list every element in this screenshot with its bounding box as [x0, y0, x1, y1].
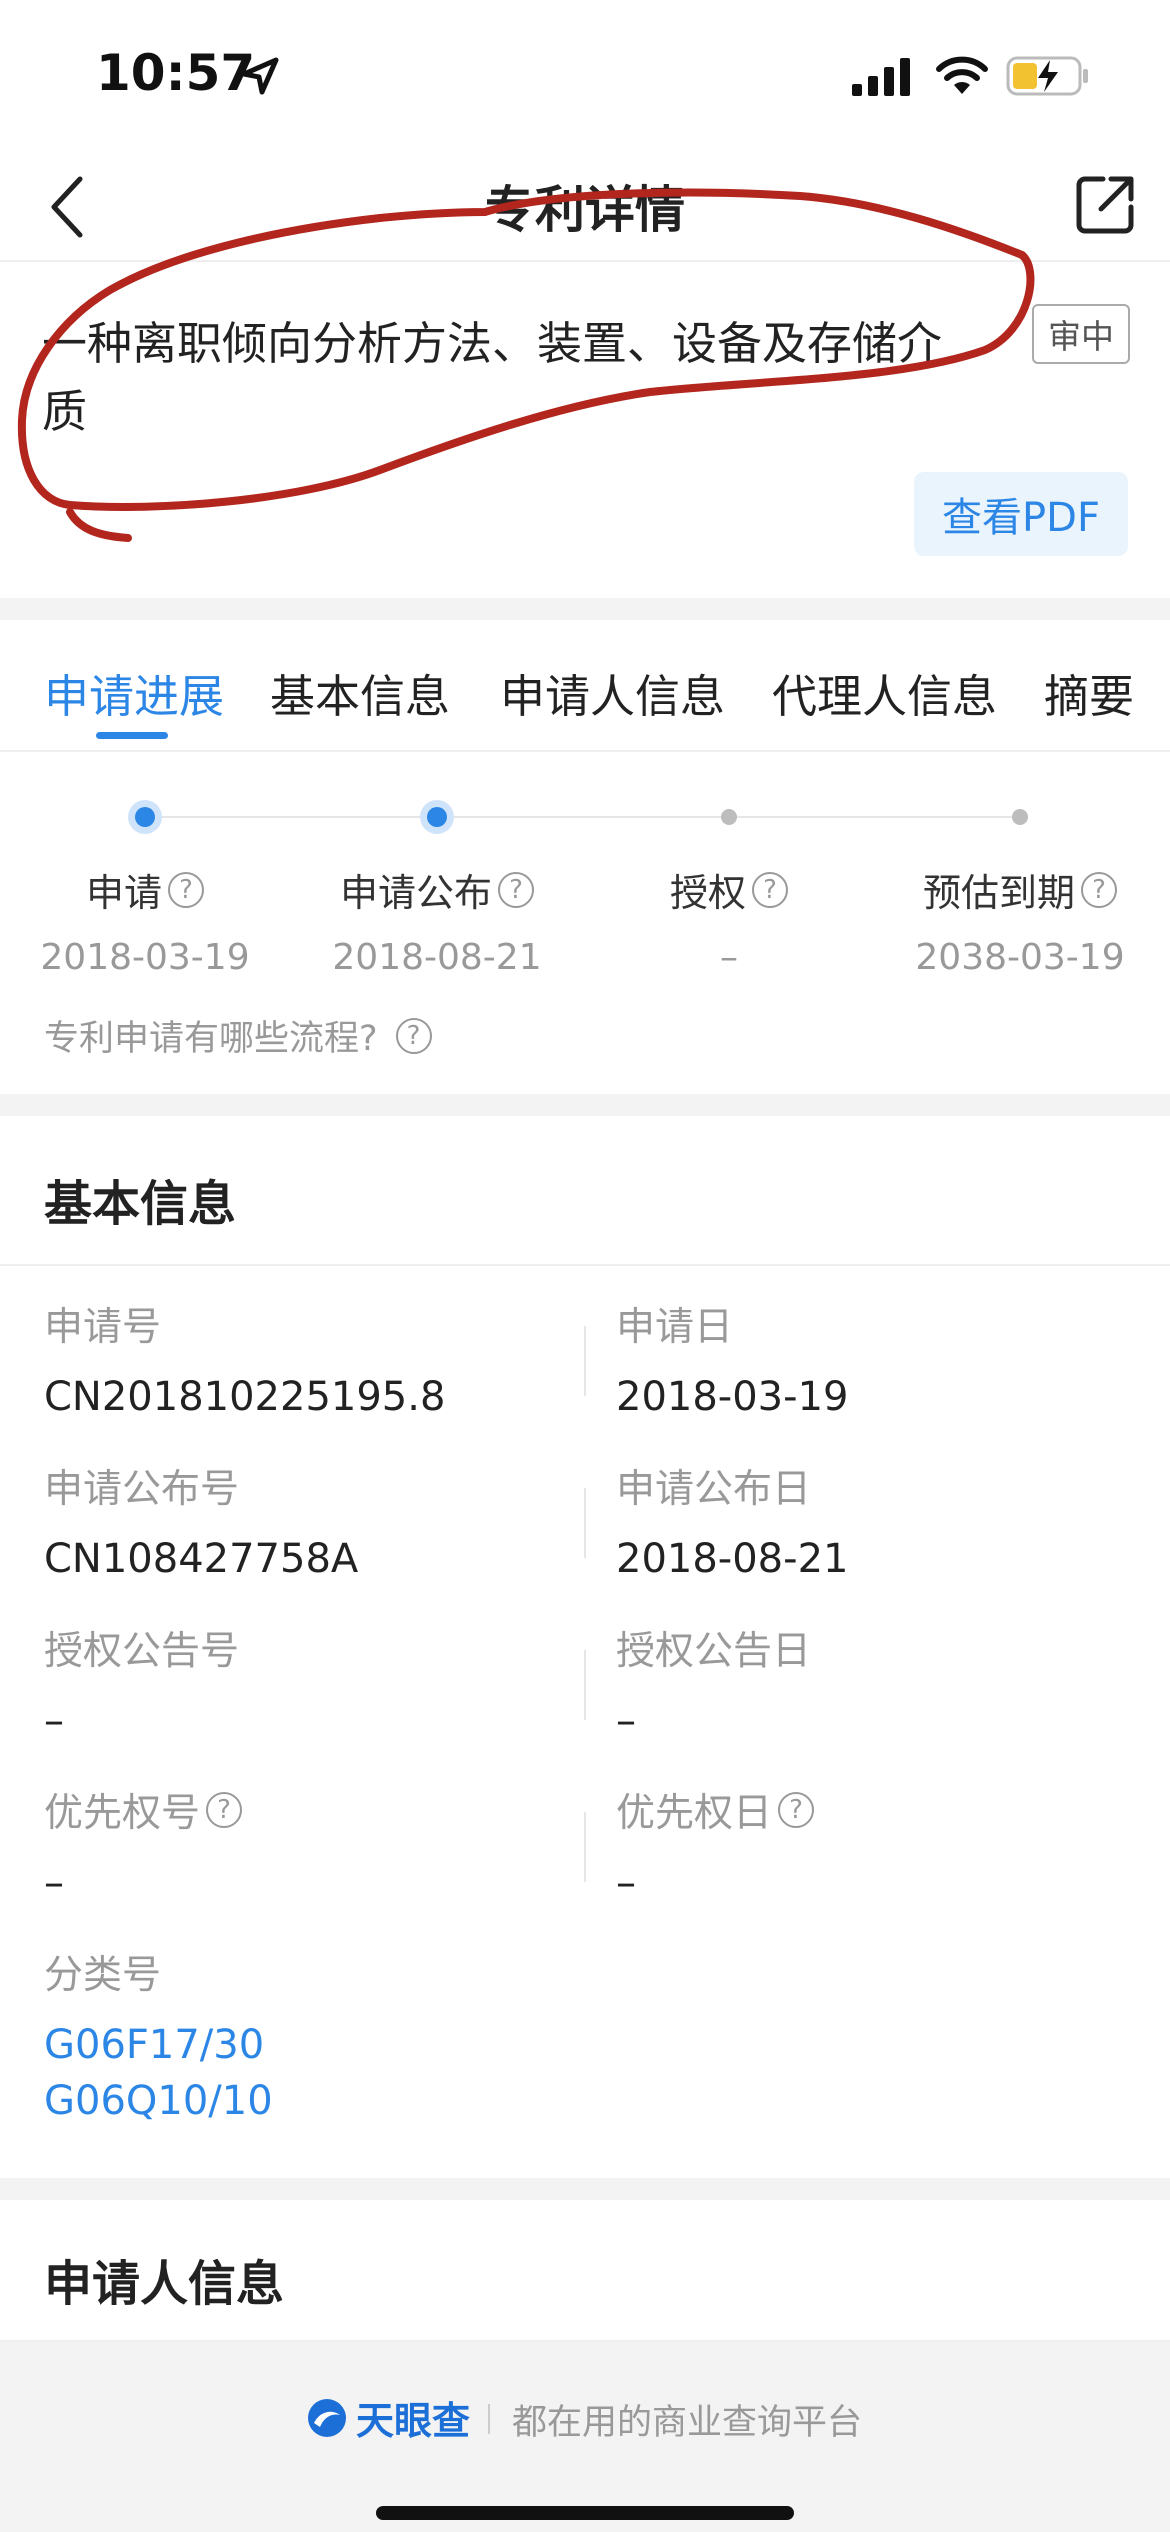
footer-brand: 天眼查: [306, 2390, 470, 2445]
column-divider: [584, 1326, 586, 1396]
classification-link[interactable]: G06F17/30: [44, 2022, 273, 2068]
step-date: 2018-08-21: [332, 937, 542, 978]
tab-applicant-info[interactable]: 申请人信息: [500, 660, 725, 725]
column-divider: [584, 1650, 586, 1720]
timeline-dot-grant: [721, 809, 737, 825]
page-title: 专利详情: [485, 181, 685, 239]
step-label: 申请公布: [339, 871, 492, 915]
field-label: 申请公布日: [616, 1467, 812, 1512]
tab-basic-info[interactable]: 基本信息: [270, 660, 450, 725]
publication-number-field: 申请公布号 CN108427758A: [44, 1458, 358, 1582]
applicant-info-header: 申请人信息: [0, 2200, 1170, 2342]
share-external-icon: [1076, 176, 1134, 234]
classification-field: 分类号 G06F17/30 G06Q10/10: [44, 1944, 273, 2124]
help-icon: ?: [395, 1017, 432, 1054]
help-icon[interactable]: ?: [498, 871, 534, 908]
patent-title: 一种离职倾向分析方法、装置、设备及存储介质: [42, 317, 943, 438]
section-title: 申请人信息: [44, 2256, 285, 2312]
step-label: 申请: [85, 871, 162, 915]
field-label: 授权公告号: [44, 1629, 240, 1674]
cellular-signal-icon: [852, 58, 910, 96]
step-label: 授权: [669, 871, 746, 915]
section-title: 基本信息: [44, 1176, 237, 1232]
help-icon[interactable]: ?: [778, 1792, 815, 1828]
step-date: 2018-03-19: [40, 937, 250, 978]
field-value: –: [616, 1860, 636, 1906]
field-label: 申请公布号: [44, 1467, 240, 1512]
timeline-dot-expiry: [1012, 809, 1028, 825]
step-expiry: 预估到期? 2038-03-19: [860, 862, 1170, 978]
timeline-line: [145, 816, 1021, 818]
status-badge: 审中: [1032, 304, 1130, 364]
help-icon[interactable]: ?: [1081, 871, 1117, 908]
wifi-icon: [936, 56, 988, 94]
field-label: 申请日: [616, 1305, 734, 1350]
column-divider: [584, 1812, 586, 1882]
tab-agent-info[interactable]: 代理人信息: [772, 660, 997, 725]
field-label: 优先权日: [616, 1791, 773, 1836]
classification-link[interactable]: G06Q10/10: [44, 2078, 273, 2124]
step-publish: 申请公布? 2018-08-21: [277, 862, 597, 978]
section-gap: [0, 598, 1170, 620]
field-value: CN108427758A: [44, 1536, 359, 1582]
basic-info-header: 基本信息: [0, 1116, 1170, 1266]
field-value: CN201810225195.8: [44, 1374, 446, 1420]
home-indicator[interactable]: [376, 2506, 794, 2520]
status-time: 10:57: [96, 44, 256, 102]
timeline-dot-apply: [128, 800, 162, 834]
section-gap: [0, 1094, 1170, 1116]
application-progress: 申请? 2018-03-19 申请公布? 2018-08-21 授权? – 预估…: [0, 754, 1170, 1094]
field-value: –: [44, 1860, 64, 1906]
grant-date-field: 授权公告日 –: [616, 1620, 811, 1744]
application-number-field: 申请号 CN201810225195.8: [44, 1296, 445, 1420]
tianyancha-logo-icon: [308, 2398, 346, 2437]
tab-progress[interactable]: 申请进展: [44, 660, 224, 725]
field-value: –: [44, 1698, 64, 1744]
priority-number-field: 优先权号? –: [44, 1782, 243, 1906]
process-help-text: 专利申请有哪些流程?: [44, 1019, 378, 1059]
step-date: 2038-03-19: [915, 937, 1125, 978]
help-icon[interactable]: ?: [206, 1792, 243, 1828]
footer: 天眼查 都在用的商业查询平台: [0, 2342, 1170, 2532]
step-label: 预估到期: [922, 871, 1075, 915]
step-apply: 申请? 2018-03-19: [0, 862, 305, 978]
location-arrow-icon: [241, 57, 279, 95]
step-date: –: [720, 937, 738, 978]
publication-date-field: 申请公布日 2018-08-21: [616, 1458, 848, 1582]
tab-bar: 申请进展 基本信息 申请人信息 代理人信息 摘要: [0, 620, 1170, 752]
patent-title-card: 一种离职倾向分析方法、装置、设备及存储介质 审中 查看PDF: [0, 262, 1170, 598]
footer-divider: [488, 2404, 490, 2434]
field-label: 申请号: [44, 1305, 162, 1350]
status-bar: 10:57: [0, 0, 1170, 150]
timeline-dot-publish: [420, 800, 454, 834]
share-button[interactable]: [1060, 160, 1150, 250]
section-gap: [0, 2178, 1170, 2200]
active-tab-indicator: [96, 732, 168, 739]
nav-bar: 专利详情: [0, 150, 1170, 262]
view-pdf-button[interactable]: 查看PDF: [914, 472, 1128, 556]
tab-abstract[interactable]: 摘要: [1044, 660, 1134, 725]
step-grant: 授权? –: [569, 862, 889, 978]
field-value: 2018-08-21: [616, 1536, 849, 1582]
field-label: 分类号: [44, 1953, 162, 1998]
field-value: 2018-03-19: [616, 1374, 849, 1420]
priority-date-field: 优先权日? –: [616, 1782, 815, 1906]
footer-slogan: 都在用的商业查询平台: [512, 2403, 863, 2443]
column-divider: [584, 1488, 586, 1558]
brand-name: 天眼查: [356, 2399, 471, 2443]
help-icon[interactable]: ?: [168, 871, 204, 908]
process-help-link[interactable]: 专利申请有哪些流程? ?: [44, 1010, 432, 1061]
field-label: 优先权号: [44, 1791, 201, 1836]
grant-number-field: 授权公告号 –: [44, 1620, 239, 1744]
field-label: 授权公告日: [616, 1629, 812, 1674]
application-date-field: 申请日 2018-03-19: [616, 1296, 848, 1420]
battery-charging-icon: [1006, 56, 1088, 96]
field-value: –: [616, 1698, 636, 1744]
help-icon[interactable]: ?: [752, 871, 788, 908]
